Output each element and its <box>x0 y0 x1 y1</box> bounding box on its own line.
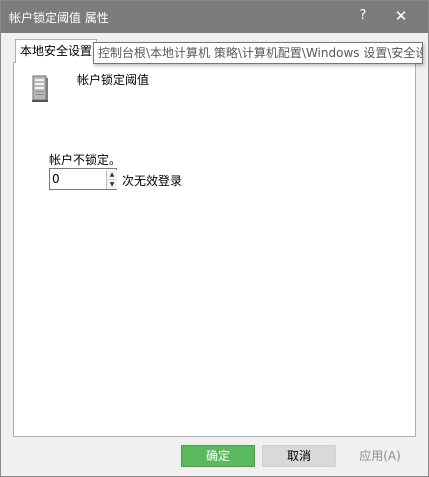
close-button[interactable]: ✕ <box>381 1 421 31</box>
lockout-threshold-input[interactable] <box>52 171 102 187</box>
lockout-status-label: 帐户不锁定。 <box>49 153 122 167</box>
chevron-up-icon: ▲ <box>109 171 115 178</box>
lockout-threshold-stepper[interactable]: ▲ ▼ <box>49 168 117 190</box>
close-icon: ✕ <box>394 7 408 25</box>
chevron-down-icon: ▼ <box>109 181 115 188</box>
policy-name: 帐户锁定阈值 <box>77 73 150 87</box>
tab-panel <box>13 62 416 437</box>
help-icon: ? <box>359 8 367 23</box>
tab-local-security-setting[interactable]: 本地安全设置 <box>15 39 97 63</box>
ok-button[interactable]: 确定 <box>181 445 255 467</box>
help-button[interactable]: ? <box>343 1 383 31</box>
path-tooltip: 控制台根\本地计算机 策略\计算机配置\Windows 设置\安全设置 <box>93 42 423 64</box>
properties-dialog: 帐户锁定阈值 属性 ? ✕ 本地安全设置 控制台根\本地计算机 策略\计算机配置… <box>0 0 429 477</box>
server-icon <box>32 75 48 102</box>
cancel-button[interactable]: 取消 <box>262 445 336 467</box>
title-bar[interactable]: 帐户锁定阈值 属性 ? ✕ <box>1 1 428 33</box>
spin-down-button[interactable]: ▼ <box>106 180 117 189</box>
apply-button[interactable]: 应用(A) <box>343 445 417 467</box>
window-title: 帐户锁定阈值 属性 <box>9 11 109 25</box>
invalid-logon-unit-label: 次无效登录 <box>122 174 183 188</box>
spin-up-button[interactable]: ▲ <box>106 170 117 180</box>
